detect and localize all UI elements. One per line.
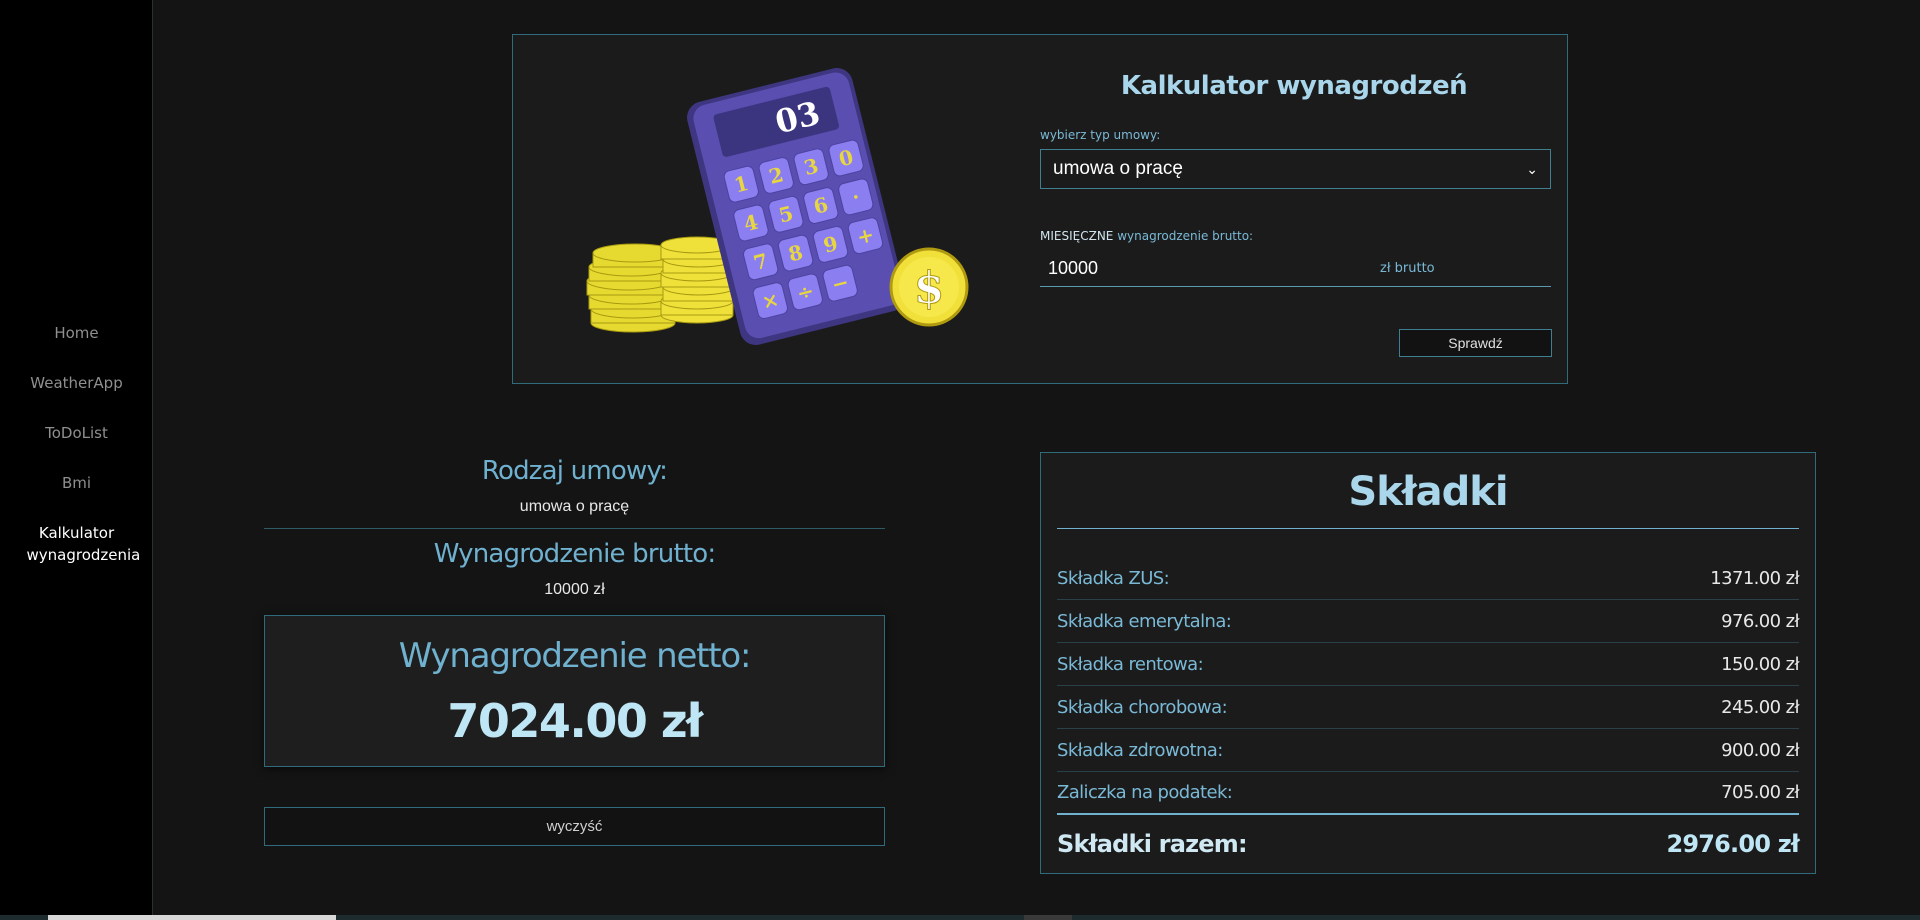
contribution-amount: 1371.00 zł bbox=[1710, 567, 1799, 589]
contribution-amount: 976.00 zł bbox=[1721, 610, 1799, 632]
contribution-row: Zaliczka na podatek: 705.00 zł bbox=[1057, 772, 1800, 815]
contribution-amount: 705.00 zł bbox=[1721, 782, 1799, 803]
contributions-list: Składka ZUS: 1371.00 zł Składka emerytal… bbox=[1057, 557, 1800, 873]
calculator-coins-illustration: 03 1 2 3 0 4 5 6 · 7 8 9 + × ÷ − $ bbox=[553, 65, 973, 355]
contributions-title: Składki bbox=[1057, 453, 1799, 529]
salary-input-value[interactable]: 10000 bbox=[1040, 258, 1380, 279]
contribution-label: Składka rentowa: bbox=[1057, 653, 1204, 675]
contribution-label: Składka chorobowa: bbox=[1057, 696, 1228, 718]
contribution-label: Składka zdrowotna: bbox=[1057, 739, 1223, 761]
netto-heading: Wynagrodzenie netto: bbox=[398, 636, 752, 676]
sidebar-item-home[interactable]: Home bbox=[0, 322, 153, 344]
calculator-title: Kalkulator wynagrodzeń bbox=[1120, 71, 1468, 101]
contract-type-label: wybierz typ umowy: bbox=[1040, 128, 1161, 142]
contribution-row: Składka rentowa: 150.00 zł bbox=[1057, 643, 1800, 686]
salary-unit: zł brutto bbox=[1380, 261, 1435, 276]
contributions-total-row: Składki razem: 2976.00 zł bbox=[1057, 815, 1800, 873]
contribution-row: Składka ZUS: 1371.00 zł bbox=[1057, 557, 1800, 600]
svg-text:$: $ bbox=[914, 263, 945, 314]
sidebar-item-todolist[interactable]: ToDoList bbox=[0, 422, 153, 444]
sidebar-item-bmi[interactable]: Bmi bbox=[0, 472, 153, 494]
sidebar-item-kalkulator[interactable]: Kalkulator wynagrodzenia bbox=[27, 522, 141, 566]
netto-card: Wynagrodzenie netto: 7024.00 zł bbox=[264, 615, 885, 767]
contract-type-result: umowa o pracę bbox=[519, 498, 630, 515]
scrollbar-marker bbox=[1024, 915, 1072, 920]
brutto-heading: Wynagrodzenie brutto: bbox=[433, 539, 716, 569]
calculator-card: 03 1 2 3 0 4 5 6 · 7 8 9 + × ÷ − $ Kalkulator wynagrod… bbox=[512, 34, 1568, 384]
contributions-total-label: Składki razem: bbox=[1057, 830, 1248, 858]
contribution-label: Składka emerytalna: bbox=[1057, 610, 1232, 632]
salary-label: MIESIĘCZNE wynagrodzenie brutto: bbox=[1040, 229, 1253, 243]
coin-stack-icon bbox=[586, 236, 736, 333]
salary-label-caps: MIESIĘCZNE bbox=[1040, 229, 1114, 243]
contribution-row: Składka chorobowa: 245.00 zł bbox=[1057, 686, 1800, 729]
contribution-label: Zaliczka na podatek: bbox=[1057, 782, 1233, 803]
sidebar-nav: Home WeatherApp ToDoList Bmi Kalkulator … bbox=[0, 322, 153, 566]
results-summary: Rodzaj umowy: umowa o pracę Wynagrodzeni… bbox=[264, 456, 885, 846]
clear-button[interactable]: wyczyść bbox=[264, 807, 885, 846]
contract-type-value: umowa o pracę bbox=[1053, 158, 1183, 179]
contributions-card: Składki Składka ZUS: 1371.00 zł Składka … bbox=[1040, 452, 1816, 874]
chevron-down-icon: ⌄ bbox=[1526, 160, 1538, 177]
divider bbox=[264, 528, 885, 529]
sidebar: Home WeatherApp ToDoList Bmi Kalkulator … bbox=[0, 0, 153, 920]
contribution-label: Składka ZUS: bbox=[1057, 567, 1170, 589]
contribution-amount: 245.00 zł bbox=[1721, 696, 1799, 718]
check-button[interactable]: Sprawdź bbox=[1399, 329, 1552, 357]
contributions-total-amount: 2976.00 zł bbox=[1666, 830, 1799, 858]
netto-result: 7024.00 zł bbox=[447, 694, 703, 748]
contribution-amount: 900.00 zł bbox=[1721, 739, 1799, 761]
sidebar-item-weatherapp[interactable]: WeatherApp bbox=[0, 372, 153, 394]
salary-input[interactable]: 10000 zł brutto bbox=[1040, 251, 1551, 287]
scrollbar-thumb[interactable] bbox=[48, 915, 336, 920]
contribution-row: Składka zdrowotna: 900.00 zł bbox=[1057, 729, 1800, 772]
salary-label-text: wynagrodzenie brutto: bbox=[1117, 229, 1254, 243]
contract-type-select[interactable]: umowa o pracę ⌄ bbox=[1040, 149, 1551, 189]
contribution-row: Składka emerytalna: 976.00 zł bbox=[1057, 600, 1800, 643]
dollar-coin-icon: $ bbox=[889, 247, 969, 327]
contribution-amount: 150.00 zł bbox=[1721, 653, 1799, 675]
contract-type-heading: Rodzaj umowy: bbox=[481, 456, 668, 486]
brutto-result: 10000 zł bbox=[544, 581, 605, 598]
